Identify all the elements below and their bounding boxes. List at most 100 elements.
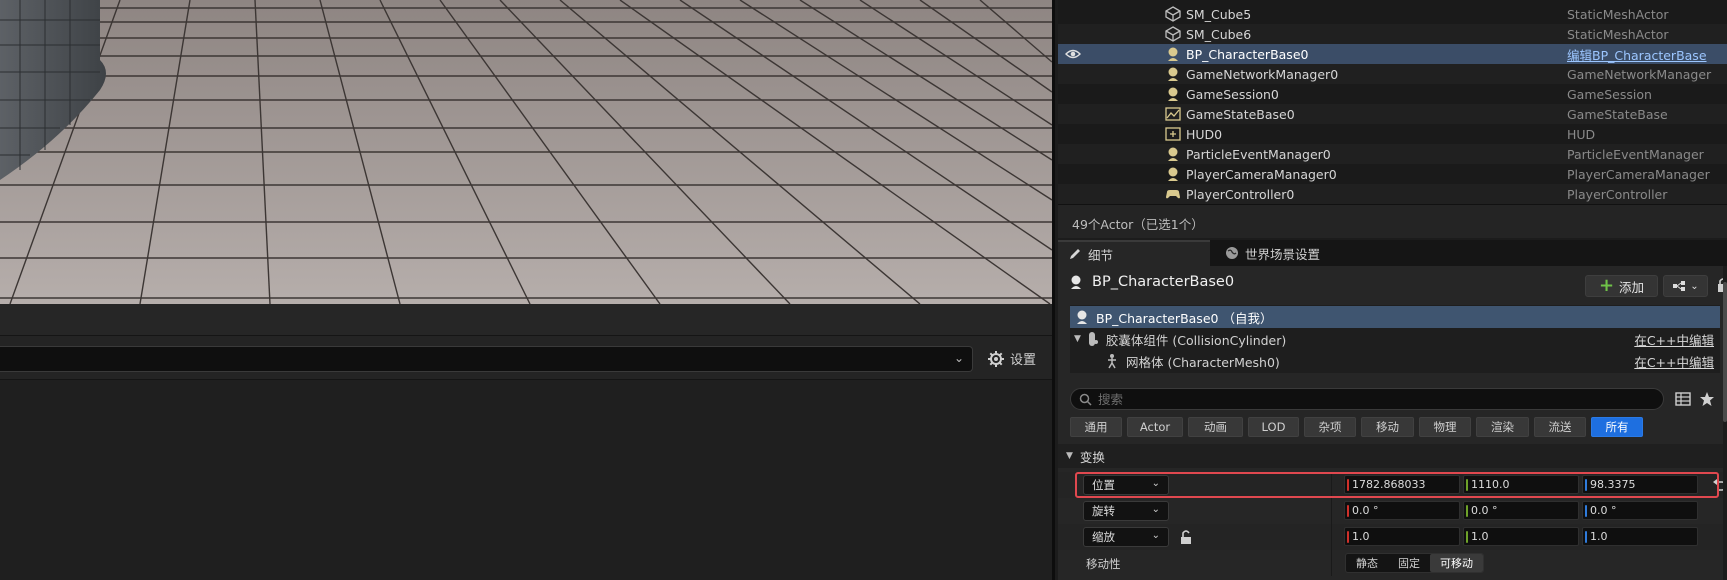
eye-icon[interactable] [1065,47,1081,61]
filter-lod[interactable]: LOD [1248,417,1299,437]
section-title: 变换 [1079,449,1105,465]
chevron-down-icon: ⌄ [1151,504,1160,515]
filter-general[interactable]: 通用 [1070,417,1122,437]
star-icon[interactable] [1699,391,1715,407]
location-label: 位置 [1092,478,1115,492]
add-label: 添加 [1619,279,1645,295]
mobility-stationary[interactable]: 固定 [1388,554,1430,572]
property-scale: 缩放 ⌄ 1.0 1.0 1.0 [1058,524,1727,550]
filter-actor[interactable]: Actor [1127,417,1183,437]
rotation-label: 旋转 [1092,504,1115,518]
chevron-down-icon: ⌄ [1690,280,1699,292]
location-x-field[interactable]: 1782.868033 [1344,475,1460,494]
filter-physics[interactable]: 物理 [1419,417,1471,437]
actor-icon [1168,167,1178,181]
globe-icon [1226,247,1238,259]
actor-type: StaticMeshActor [1567,26,1669,42]
add-component-button[interactable]: + 添加 [1585,275,1658,297]
section-transform[interactable]: ▼ 变换 [1058,444,1727,468]
collapse-arrow-icon[interactable]: ▼ [1074,334,1081,344]
location-y-field[interactable]: 1110.0 [1463,475,1579,494]
gamepad-icon [1166,190,1180,199]
filter-movement[interactable]: 移动 [1361,417,1414,437]
edit-in-cpp-link[interactable]: 在C++中编辑 [1634,352,1714,371]
edit-blueprint-link[interactable]: 编辑BP_CharacterBase [1567,45,1707,64]
component-tree: BP_CharacterBase0 （自我） ▼ 胶囊体组件 (Collisio… [1070,305,1720,373]
scrollbar-thumb[interactable] [1723,282,1727,422]
details-scrollbar[interactable] [1723,266,1727,580]
scale-x-field[interactable]: 1.0 [1344,527,1460,546]
details-actor-title: BP_CharacterBase0 [1068,274,1234,290]
component-root[interactable]: BP_CharacterBase0 （自我） [1070,306,1720,328]
blueprint-options-button[interactable]: ⌄ [1663,275,1708,297]
location-z-field[interactable]: 98.3375 [1582,475,1698,494]
mobility-static[interactable]: 静态 [1346,554,1388,572]
pawn-icon [1071,275,1081,289]
outliner-row[interactable]: PlayerCameraManager0 PlayerCameraManager [1058,164,1727,184]
actor-icon [1168,87,1178,101]
filter-all[interactable]: 所有 [1591,417,1643,437]
outliner-row[interactable]: PlayerController0 PlayerController [1058,184,1727,204]
plus-icon: + [1598,275,1615,296]
outliner-row-selected[interactable]: BP_CharacterBase0 编辑BP_CharacterBase [1058,44,1727,64]
settings-button[interactable]: 设置 [988,349,1036,368]
combo-box[interactable]: ⌄ [0,346,973,372]
rotation-dropdown[interactable]: 旋转 ⌄ [1083,501,1169,521]
actor-name: GameNetworkManager0 [1186,66,1339,82]
capsule-icon [1088,332,1098,346]
tab-world-settings[interactable]: 世界场景设置 [1215,240,1330,266]
mobility-label: 移动性 [1086,557,1121,571]
actor-icon [1168,67,1178,81]
settings-label: 设置 [1010,353,1037,368]
actor-name-label: BP_CharacterBase0 [1092,274,1235,290]
filter-streaming[interactable]: 流送 [1534,417,1586,437]
level-viewport[interactable] [0,0,1052,304]
scale-dropdown[interactable]: 缩放 ⌄ [1083,527,1169,547]
game-state-icon [1165,107,1181,121]
scale-y-field[interactable]: 1.0 [1463,527,1579,546]
viewport-scene[interactable] [0,0,1052,304]
search-input[interactable] [1098,391,1638,407]
unlock-icon[interactable] [1179,529,1193,545]
outliner-row[interactable]: ParticleEventManager0 ParticleEventManag… [1058,144,1727,164]
tab-details[interactable]: 细节 [1058,240,1210,266]
outliner-row[interactable]: GameNetworkManager0 GameNetworkManager [1058,64,1727,84]
component-capsule[interactable]: ▼ 胶囊体组件 (CollisionCylinder) 在C++中编辑 [1070,328,1720,350]
mobility-movable[interactable]: 可移动 [1430,554,1483,572]
property-rotation: 旋转 ⌄ 0.0 ° 0.0 ° 0.0 ° [1058,498,1727,524]
actor-name: ParticleEventManager0 [1186,146,1331,162]
filter-animation[interactable]: 动画 [1188,417,1243,437]
scale-z-field[interactable]: 1.0 [1582,527,1698,546]
outliner-row[interactable]: GameSession0 GameSession [1058,84,1727,104]
component-mesh[interactable]: 网格体 (CharacterMesh0) 在C++中编辑 [1070,350,1720,372]
actor-name: SM_Cube5 [1186,6,1252,22]
blueprint-icon [1673,281,1686,291]
details-search[interactable] [1070,388,1664,410]
rotation-z-field[interactable]: 0.0 ° [1582,501,1698,520]
static-mesh-icon [1165,26,1181,42]
edit-in-cpp-link[interactable]: 在C++中编辑 [1634,330,1714,349]
column-divider [1331,524,1332,550]
rotation-y-field[interactable]: 0.0 ° [1463,501,1579,520]
outliner-row[interactable]: SM_Cube6 StaticMeshActor [1058,24,1727,44]
actor-type: GameStateBase [1567,106,1668,122]
actor-name: HUD0 [1186,126,1223,142]
actor-type: StaticMeshActor [1567,6,1669,22]
bottom-left-panel: ⌄ 设置 [0,304,1052,580]
filter-misc[interactable]: 杂项 [1304,417,1356,437]
location-dropdown[interactable]: 位置 ⌄ [1083,475,1169,495]
pawn-icon [1168,47,1178,61]
actor-type: HUD [1567,126,1596,142]
outliner-row[interactable]: HUD0 HUD [1058,124,1727,144]
outliner-row[interactable]: SM_Cube5 StaticMeshActor [1058,4,1727,24]
filter-rendering[interactable]: 渲染 [1476,417,1529,437]
actor-name: SM_Cube6 [1186,26,1252,42]
rotation-x-field[interactable]: 0.0 ° [1344,501,1460,520]
search-icon [1079,393,1092,406]
outliner-row[interactable]: GameStateBase0 GameStateBase [1058,104,1727,124]
actor-name: BP_CharacterBase0 [1186,46,1309,62]
filter-bar: 通用 Actor 动画 LOD 杂项 移动 物理 渲染 流送 所有 [1070,417,1643,437]
collapse-arrow-icon: ▼ [1066,451,1073,461]
table-view-icon[interactable] [1675,391,1691,407]
chevron-down-icon: ⌄ [953,351,964,365]
